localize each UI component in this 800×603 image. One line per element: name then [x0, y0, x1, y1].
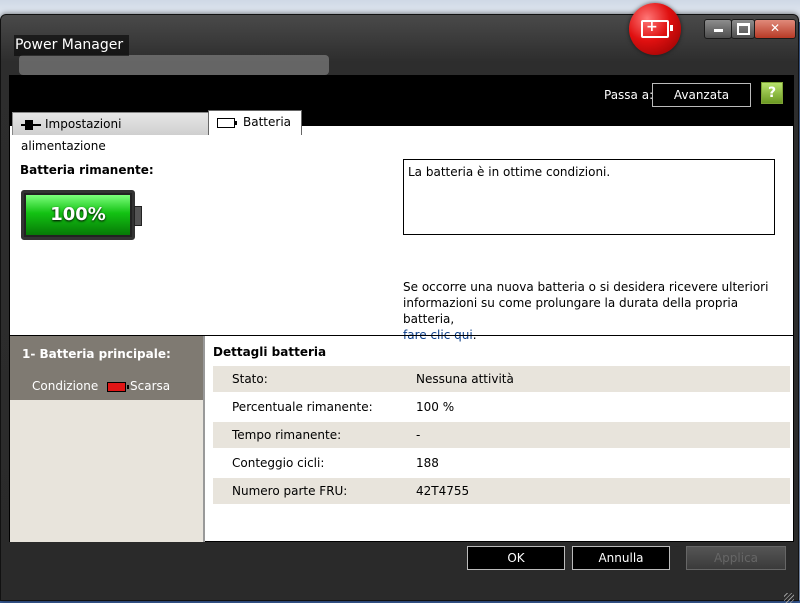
low-battery-icon [107, 381, 129, 392]
tab-label: Batteria [243, 115, 291, 129]
detail-value: 100 % [416, 400, 455, 414]
resize-grip[interactable] [784, 593, 794, 603]
power-plug-icon [21, 119, 41, 130]
help-icon[interactable]: ? [761, 82, 783, 104]
maximize-icon [736, 23, 750, 35]
passa-label: Passa a: [604, 88, 654, 102]
help-glyph: ? [767, 85, 777, 101]
battery-gauge: 100% [21, 190, 142, 240]
maximize-button[interactable] [731, 19, 755, 39]
avanzata-button[interactable]: Avanzata [652, 83, 751, 107]
minimize-button[interactable] [704, 19, 732, 39]
condition-label: Condizione [32, 379, 99, 393]
tab-batteria[interactable]: Batteria [208, 110, 302, 135]
tab-impostazioni-alimentazione[interactable]: Impostazioni alimentazione [12, 112, 210, 153]
close-button[interactable]: ✕ [754, 19, 796, 39]
detail-value: 42T4755 [416, 484, 470, 498]
battery-details-section: 1- Batteria principale: Condizione Scars… [10, 335, 793, 542]
detail-key: Tempo rimanente: [232, 428, 342, 442]
battery-principale-title: 1- Batteria principale: [22, 347, 171, 361]
condition-value: Scarsa [107, 379, 170, 393]
battery-list-item[interactable]: 1- Batteria principale: Condizione Scars… [10, 336, 203, 400]
annulla-button[interactable]: Annulla [572, 546, 670, 570]
main-content: Passa a: Avanzata ? Impostazioni aliment… [9, 75, 794, 542]
battery-terminal [134, 206, 142, 226]
title-bar[interactable]: Power Manager + ✕ [1, 3, 798, 75]
detail-value: 188 [416, 456, 439, 470]
table-row: Tempo rimanente: - [213, 422, 790, 448]
detail-key: Conteggio cicli: [232, 456, 325, 470]
power-manager-logo-icon: + [629, 3, 681, 55]
window-title: Power Manager [14, 35, 130, 56]
detail-value: Nessuna attività [416, 372, 514, 386]
battery-info-text: Se occorre una nuova batteria o si desid… [403, 279, 773, 343]
battery-remaining-label: Batteria rimanente: [20, 163, 154, 177]
battery-percent: 100% [50, 204, 106, 225]
table-row: Stato: Nessuna attività [213, 366, 790, 392]
detail-value: - [416, 428, 421, 442]
detail-key: Stato: [232, 372, 268, 386]
header-bar: Passa a: Avanzata ? Impostazioni aliment… [10, 76, 793, 153]
applica-button[interactable]: Applica [686, 546, 786, 570]
details-title: Dettagli batteria [213, 345, 327, 359]
table-row: Percentuale rimanente: 100 % [213, 394, 790, 420]
battery-list-panel: 1- Batteria principale: Condizione Scars… [10, 336, 205, 542]
table-row: Conteggio cicli: 188 [213, 450, 790, 476]
detail-key: Percentuale rimanente: [232, 400, 373, 414]
detail-key: Numero parte FRU: [232, 484, 348, 498]
background-window-ghost [19, 55, 329, 75]
battery-status-box: La batteria è in ottime condizioni. [403, 159, 775, 235]
close-icon: ✕ [769, 21, 781, 35]
info-text: Se occorre una nuova batteria o si desid… [403, 280, 769, 326]
power-manager-window: Power Manager + ✕ Passa a: Avanzata ? Im… [0, 3, 799, 603]
battery-icon [217, 117, 237, 128]
condition-text: Scarsa [130, 379, 171, 393]
ok-button[interactable]: OK [467, 546, 565, 570]
table-row: Numero parte FRU: 42T4755 [213, 478, 790, 504]
minimize-icon [713, 29, 723, 32]
